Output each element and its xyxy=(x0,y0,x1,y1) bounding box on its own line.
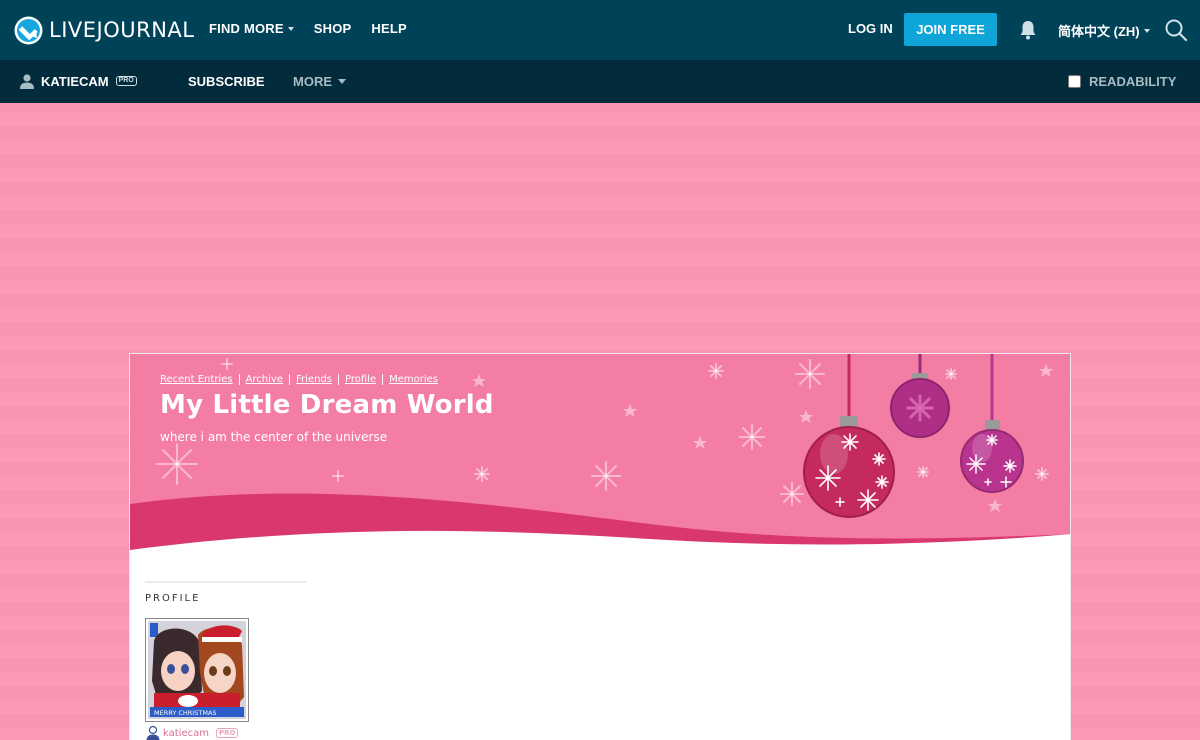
more-menu-label: MORE xyxy=(293,74,332,89)
nav-divider xyxy=(238,374,240,385)
nav-divider xyxy=(337,374,339,385)
livejournal-logo-icon xyxy=(14,16,43,45)
journal-owner-link[interactable]: KATIECAM PRO xyxy=(19,73,137,89)
journal-sub-bar: KATIECAM PRO SUBSCRIBE MORE READABILITY xyxy=(0,60,1200,103)
profile-username: katiecam xyxy=(163,727,209,739)
readability-label: READABILITY xyxy=(1089,74,1177,89)
nav-help-label: HELP xyxy=(371,21,407,36)
journal-nav-archive[interactable]: Archive xyxy=(246,374,283,385)
userpic[interactable]: MERRY CHRISTMAS xyxy=(145,618,249,722)
user-icon xyxy=(19,73,35,89)
nav-shop-label: SHOP xyxy=(313,21,352,36)
search-icon[interactable] xyxy=(1164,18,1188,42)
journal-title[interactable]: My Little Dream World xyxy=(160,390,494,420)
nav-find-more-label: FIND MORE xyxy=(209,21,284,36)
language-label: 简体中文 (ZH) xyxy=(1058,24,1140,39)
journal-subtitle: where i am the center of the universe xyxy=(160,430,388,444)
readability-checkbox[interactable] xyxy=(1068,75,1081,88)
userpic-caption: MERRY CHRISTMAS xyxy=(154,709,217,717)
nav-help[interactable]: HELP xyxy=(371,21,406,36)
join-free-button[interactable]: JOIN FREE xyxy=(904,13,997,46)
user-icon xyxy=(145,725,161,740)
pro-badge: PRO xyxy=(215,728,239,738)
profile-username-link[interactable]: katiecam PRO xyxy=(145,725,239,740)
top-navigation-bar: LIVEJOURNAL FIND MORE SHOP HELP LOG IN J… xyxy=(0,0,1200,60)
livejournal-logo[interactable]: LIVEJOURNAL xyxy=(14,14,195,46)
journal-nav: Recent Entries Archive Friends Profile M… xyxy=(160,374,438,385)
journal-nav-recent-entries[interactable]: Recent Entries xyxy=(160,374,233,385)
journal-owner-name: KATIECAM xyxy=(41,73,109,89)
brand-name: LIVEJOURNAL xyxy=(49,18,195,42)
nav-find-more[interactable]: FIND MORE xyxy=(209,21,294,36)
readability-toggle[interactable]: READABILITY xyxy=(1068,74,1176,89)
journal-nav-profile[interactable]: Profile xyxy=(345,374,376,385)
sidebar-divider xyxy=(145,581,306,583)
nav-divider xyxy=(289,374,290,385)
login-link[interactable]: LOG IN xyxy=(848,21,893,36)
journal-nav-memories[interactable]: Memories xyxy=(389,374,438,385)
journal-header-banner: Recent Entries Archive Friends Profile M… xyxy=(130,354,1070,554)
chevron-down-icon xyxy=(287,26,294,31)
chevron-down-icon xyxy=(338,79,346,84)
bell-icon[interactable] xyxy=(1017,19,1039,41)
language-selector[interactable]: 简体中文 (ZH) xyxy=(1058,21,1150,40)
profile-heading: PROFILE xyxy=(145,593,201,604)
chevron-down-icon xyxy=(1143,28,1150,33)
nav-shop[interactable]: SHOP xyxy=(314,21,352,36)
more-menu[interactable]: MORE xyxy=(293,74,346,89)
journal-container: Recent Entries Archive Friends Profile M… xyxy=(129,353,1071,740)
journal-nav-friends[interactable]: Friends xyxy=(296,374,332,385)
top-nav: FIND MORE SHOP HELP xyxy=(209,21,427,36)
pro-badge: PRO xyxy=(115,76,137,86)
subscribe-button[interactable]: SUBSCRIBE xyxy=(188,74,265,89)
nav-divider xyxy=(382,374,384,385)
